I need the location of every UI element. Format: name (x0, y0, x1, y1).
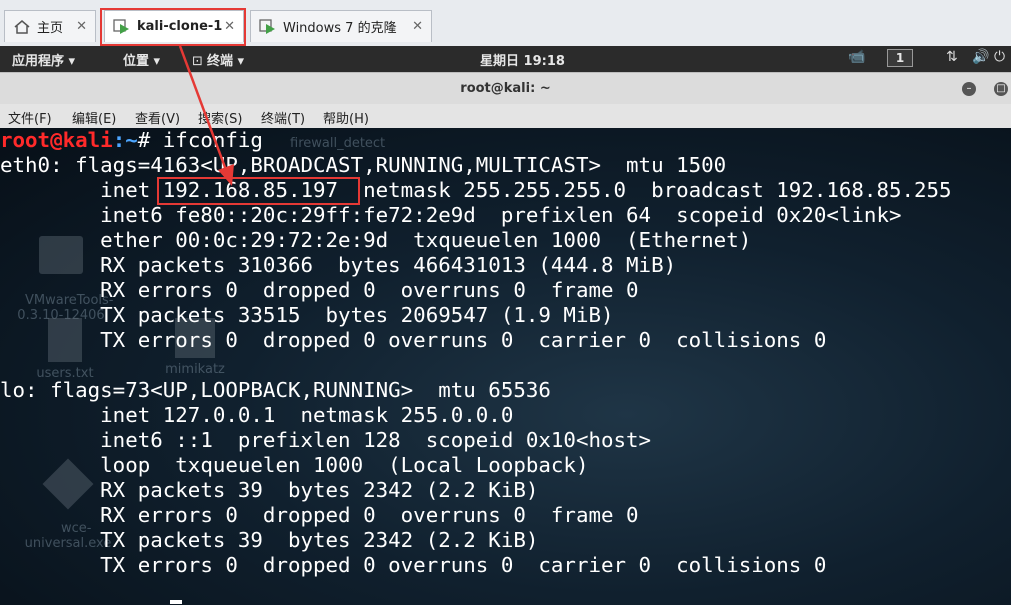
prompt-symbol: # (137, 128, 163, 152)
camera-icon[interactable]: 📹 (848, 49, 865, 65)
terminal-line: inet 192.168.85.197 netmask 255.255.255.… (0, 178, 952, 202)
maximize-button[interactable]: □ (994, 82, 1008, 96)
tab-windows7-clone[interactable]: Windows 7 的克隆 ✕ (250, 10, 432, 42)
menu-help[interactable]: 帮助(H) (323, 108, 369, 127)
terminal-view[interactable]: firewall_detect VMwareTools- 0.3.10-1240… (0, 128, 1011, 605)
terminal-line: ether 00:0c:29:72:2e:9d txqueuelen 1000 … (0, 228, 752, 252)
home-icon (14, 19, 30, 34)
tab-highlight-annotation (100, 8, 246, 46)
terminal-line: lo: flags=73<UP,LOOPBACK,RUNNING> mtu 65… (0, 378, 551, 402)
terminal-line: TX packets 33515 bytes 2069547 (1.9 MiB) (0, 303, 614, 327)
ip-highlight-annotation (157, 177, 360, 205)
terminal-line: loop txqueuelen 1000 (Local Loopback) (0, 453, 589, 477)
terminal-app-label: 终端 ▾ (207, 54, 245, 69)
terminal-line: RX errors 0 dropped 0 overruns 0 frame 0 (0, 278, 639, 302)
menu-search[interactable]: 搜索(S) (198, 108, 242, 127)
prompt-user: root@kali (0, 128, 113, 152)
terminal-line: inet6 ::1 prefixlen 128 scopeid 0x10<hos… (0, 428, 652, 452)
volume-icon[interactable]: 🔊 (972, 49, 989, 65)
window-titlebar: root@kali: ~ – □ (0, 72, 1011, 105)
terminal-line: TX packets 39 bytes 2342 (2.2 KiB) (0, 528, 539, 552)
clock[interactable]: 星期日 19:18 (480, 50, 565, 69)
text-cursor (170, 600, 182, 604)
applications-menu[interactable]: 应用程序 ▾ (12, 50, 75, 69)
power-icon[interactable]: ⏻ (994, 49, 1005, 65)
workspace-indicator[interactable]: 1 (887, 49, 913, 67)
vm-tab-strip: 主页 ✕ kali-clone-1 ✕ Windows 7 的克隆 ✕ (0, 0, 1011, 47)
terminal-line: inet 127.0.0.1 netmask 255.0.0.0 (0, 403, 514, 427)
gnome-top-bar: 应用程序 ▾ 位置 ▾ ⊡ 终端 ▾ 星期日 19:18 📹 1 ⇅ 🔊 ⏻ (0, 46, 1011, 72)
vm-play-icon (259, 18, 275, 34)
menu-file[interactable]: 文件(F) (8, 108, 52, 127)
prompt-path: :~ (112, 128, 138, 152)
window-title: root@kali: ~ (460, 81, 551, 96)
tab-label: 主页 (37, 21, 64, 36)
terminal-icon: ⊡ (192, 54, 208, 69)
tab-label: Windows 7 的克隆 (283, 21, 397, 36)
terminal-line: TX errors 0 dropped 0 overruns 0 carrier… (0, 328, 827, 352)
terminal-line: eth0: flags=4163<UP,BROADCAST,RUNNING,MU… (0, 153, 727, 177)
terminal-app-menu[interactable]: ⊡ 终端 ▾ (192, 50, 244, 69)
terminal-menubar: 文件(F) 编辑(E) 查看(V) 搜索(S) 终端(T) 帮助(H) (0, 104, 1011, 129)
network-icon[interactable]: ⇅ (946, 49, 958, 65)
minimize-button[interactable]: – (962, 82, 976, 96)
terminal-line: TX errors 0 dropped 0 overruns 0 carrier… (0, 553, 827, 577)
menu-terminal[interactable]: 终端(T) (261, 108, 305, 127)
tab-home[interactable]: 主页 ✕ (4, 10, 96, 42)
close-icon[interactable]: ✕ (76, 19, 87, 34)
terminal-line: RX packets 39 bytes 2342 (2.2 KiB) (0, 478, 539, 502)
terminal-line: RX packets 310366 bytes 466431013 (444.8… (0, 253, 677, 277)
terminal-line: RX errors 0 dropped 0 overruns 0 frame 0 (0, 503, 639, 527)
terminal-line: inet6 fe80::20c:29ff:fe72:2e9d prefixlen… (0, 203, 902, 227)
terminal-command: ifconfig (162, 128, 263, 152)
places-menu[interactable]: 位置 ▾ (123, 50, 160, 69)
close-icon[interactable]: ✕ (412, 19, 423, 34)
terminal-output: root@kali:~# ifconfig eth0: flags=4163<U… (0, 128, 952, 578)
menu-edit[interactable]: 编辑(E) (72, 108, 116, 127)
menu-view[interactable]: 查看(V) (135, 108, 180, 127)
